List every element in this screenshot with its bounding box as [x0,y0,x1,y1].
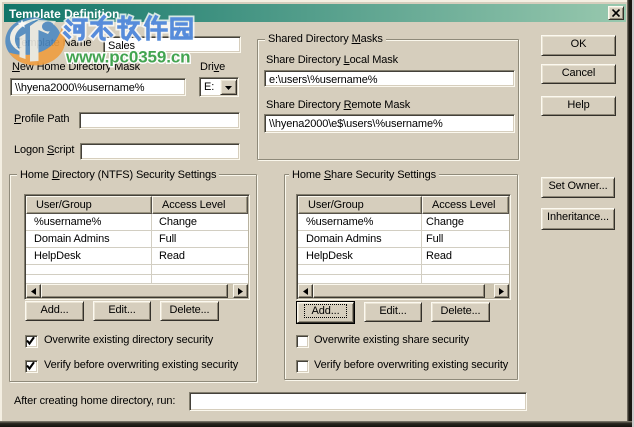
svg-text:www.pc0359.cn: www.pc0359.cn [65,48,190,67]
